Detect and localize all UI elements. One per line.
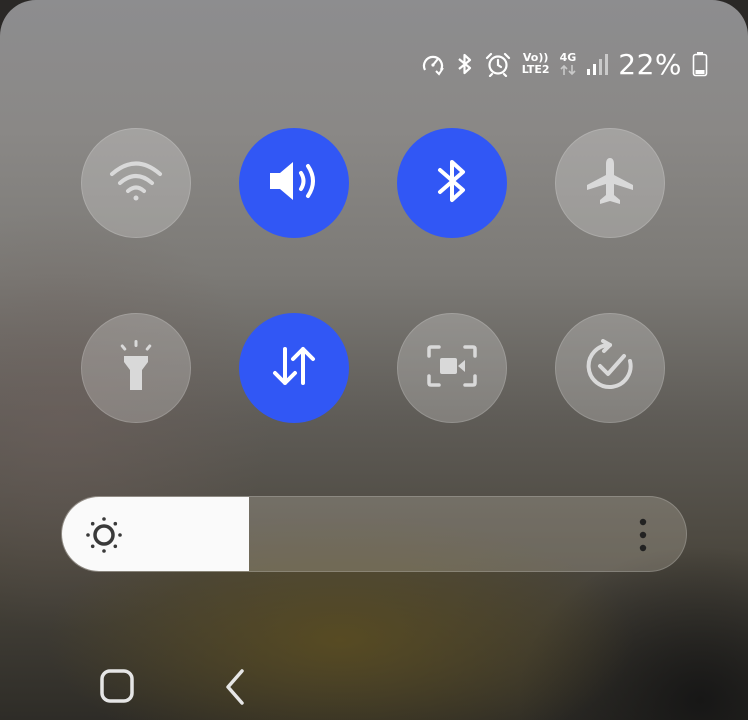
screen-recorder-toggle[interactable] xyxy=(397,313,507,423)
screen-recorder-icon xyxy=(426,344,478,392)
bluetooth-icon xyxy=(456,51,474,77)
airplane-icon xyxy=(584,155,636,211)
back-icon[interactable] xyxy=(222,668,248,710)
status-bar: Vo)) LTE2 4G 22% xyxy=(420,46,708,82)
flashlight-icon xyxy=(116,338,156,398)
auto-rotate-icon xyxy=(583,339,637,397)
sun-icon xyxy=(84,515,124,555)
mobile-data-toggle[interactable] xyxy=(239,313,349,423)
battery-percent: 22% xyxy=(618,47,682,81)
network-type-label: 4G xyxy=(559,51,577,64)
quick-panel: Vo)) LTE2 4G 22% xyxy=(0,0,748,720)
home-icon[interactable] xyxy=(99,668,135,708)
airplane-toggle[interactable] xyxy=(555,128,665,238)
more-vertical-icon[interactable] xyxy=(638,517,648,553)
brightness-slider[interactable] xyxy=(61,496,687,572)
sound-toggle[interactable] xyxy=(239,128,349,238)
wifi-toggle[interactable] xyxy=(81,128,191,238)
bluetooth-toggle[interactable] xyxy=(397,128,507,238)
wifi-icon xyxy=(108,159,164,207)
auto-rotate-toggle[interactable] xyxy=(555,313,665,423)
sound-icon xyxy=(266,158,322,208)
volte-icon: Vo)) LTE2 xyxy=(522,52,550,76)
battery-icon xyxy=(692,51,708,77)
signal-icon xyxy=(586,52,609,76)
data-saver-icon xyxy=(420,51,446,77)
volte-bottom-label: LTE2 xyxy=(521,63,550,76)
bluetooth-icon xyxy=(432,154,472,212)
alarm-icon xyxy=(484,51,512,77)
flashlight-toggle[interactable] xyxy=(81,313,191,423)
mobile-data-icon xyxy=(269,341,319,395)
4g-icon: 4G xyxy=(559,51,577,76)
